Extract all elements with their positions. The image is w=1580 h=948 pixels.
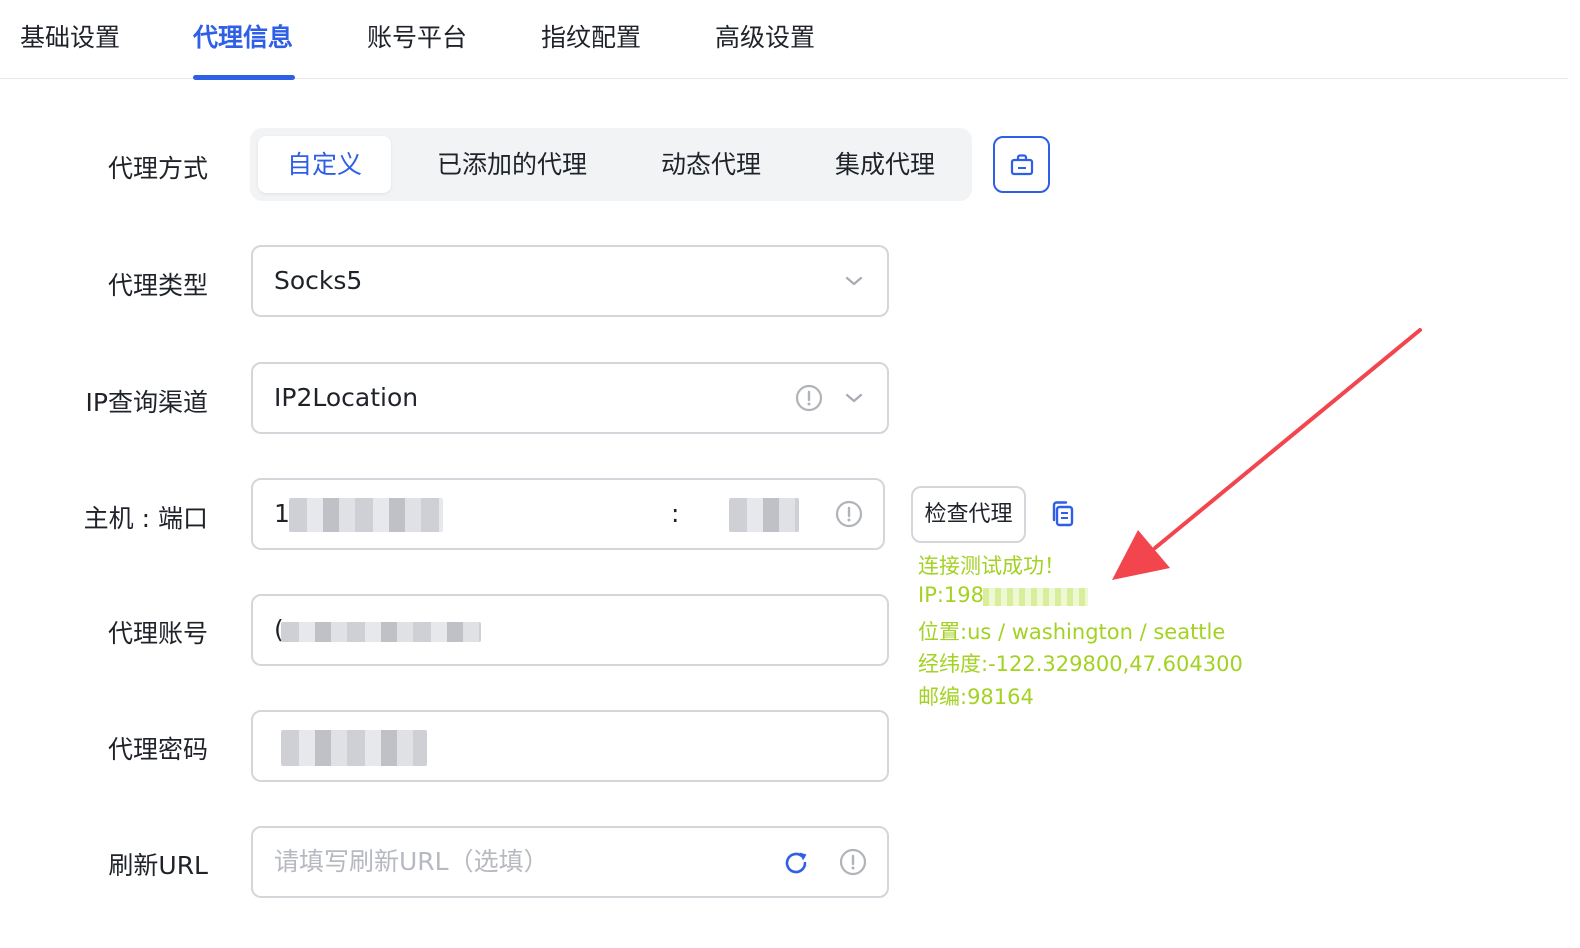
top-tabs: 基础设置 代理信息 账号平台 指纹配置 高级设置 — [0, 0, 1568, 80]
proxy-method-label: 代理方式 — [107, 154, 208, 183]
info-icon[interactable] — [835, 500, 863, 528]
host-port-separator: : — [671, 499, 680, 528]
chevron-down-icon — [845, 276, 863, 286]
proxy-method-custom[interactable]: 自定义 — [258, 136, 391, 193]
redacted-host — [289, 498, 443, 532]
proxy-type-label: 代理类型 — [107, 271, 208, 300]
connection-status: 连接测试成功！ — [918, 554, 1065, 578]
result-location: 位置:us / washington / seattle — [918, 620, 1226, 644]
host-port-label: 主机 : 端口 — [83, 504, 208, 533]
result-coordinates: 经纬度:-122.329800,47.604300 — [918, 652, 1243, 676]
tab-account-platform[interactable]: 账号平台 — [367, 18, 467, 54]
redacted-account — [281, 622, 481, 642]
tab-advanced-settings[interactable]: 高级设置 — [715, 18, 815, 54]
proxy-password-input[interactable] — [251, 710, 889, 782]
proxy-account-label: 代理账号 — [107, 619, 208, 648]
info-icon[interactable] — [795, 384, 823, 412]
annotation-arrow — [1112, 328, 1422, 580]
copy-icon[interactable] — [1050, 500, 1076, 528]
ip-channel-select[interactable]: IP2Location — [251, 362, 889, 434]
host-port-input[interactable]: 1 : — [251, 478, 885, 550]
proxy-method-segmented: 自定义 已添加的代理 动态代理 集成代理 — [250, 128, 972, 201]
refresh-url-label: 刷新URL — [108, 851, 208, 880]
tab-basic-settings[interactable]: 基础设置 — [20, 18, 120, 54]
refresh-url-placeholder: 请填写刷新URL（选填） — [274, 847, 549, 876]
tab-proxy-info[interactable]: 代理信息 — [193, 18, 293, 54]
ip-channel-value: IP2Location — [274, 383, 419, 412]
info-icon[interactable] — [839, 848, 867, 876]
proxy-method-integrated[interactable]: 集成代理 — [817, 136, 953, 193]
proxy-type-select[interactable]: Socks5 — [251, 245, 889, 317]
proxy-password-label: 代理密码 — [107, 735, 208, 764]
refresh-url-input[interactable]: 请填写刷新URL（选填） — [251, 826, 889, 898]
host-input-value[interactable]: 1 — [274, 480, 290, 548]
proxy-type-value: Socks5 — [274, 266, 363, 295]
proxy-method-added[interactable]: 已添加的代理 — [418, 136, 606, 193]
refresh-icon[interactable] — [782, 849, 810, 877]
ip-channel-label: IP查询渠道 — [85, 388, 208, 417]
result-postcode: 邮编:98164 — [918, 685, 1034, 709]
result-ip: IP:198. — [918, 583, 991, 607]
shopping-bag-icon — [1010, 153, 1033, 175]
redacted-password — [281, 730, 427, 766]
active-tab-indicator — [193, 75, 295, 80]
redacted-ip — [983, 588, 1088, 606]
proxy-method-dynamic[interactable]: 动态代理 — [643, 136, 779, 193]
proxy-account-input[interactable]: ( — [251, 594, 889, 666]
chevron-down-icon — [845, 393, 863, 403]
proxy-store-button[interactable] — [993, 136, 1050, 193]
tab-fingerprint-config[interactable]: 指纹配置 — [541, 18, 641, 54]
check-proxy-button[interactable]: 检查代理 — [911, 486, 1026, 543]
redacted-port[interactable] — [729, 498, 799, 532]
